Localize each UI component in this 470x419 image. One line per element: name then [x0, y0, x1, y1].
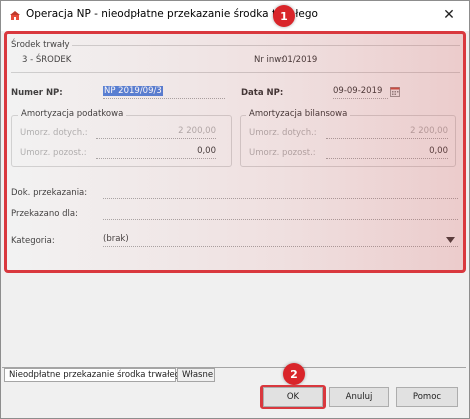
inventory-number-value: 01/2019	[282, 55, 318, 65]
numer-np-value: NP 2019/09/3	[103, 86, 163, 96]
kategoria-select[interactable]: (brak)	[103, 234, 458, 247]
amortyzacja-podatkowa-title: Amortyzacja podatkowa	[18, 109, 127, 119]
przekazano-dla-input[interactable]	[103, 207, 458, 220]
section-divider	[72, 45, 460, 46]
bilansowa-umorz-dotych-label: Umorz. dotych.:	[249, 128, 317, 138]
podatkowa-umorz-pozost-field: 0,00	[96, 146, 216, 159]
data-np-input[interactable]: 09-09-2019	[333, 86, 388, 99]
bilansowa-umorz-pozost-field: 0,00	[326, 146, 448, 159]
data-np-value: 09-09-2019	[333, 86, 383, 96]
step-badge-1: 1	[273, 5, 295, 27]
cancel-button[interactable]: Anuluj	[329, 387, 389, 407]
asset-divider	[11, 72, 460, 73]
calendar-icon[interactable]	[390, 87, 400, 97]
podatkowa-umorz-dotych-field: 2 200,00	[96, 126, 216, 139]
inventory-number-label: Nr inw:	[254, 55, 284, 65]
podatkowa-umorz-pozost-label: Umorz. pozost.:	[20, 148, 87, 158]
numer-np-label: Numer NP:	[11, 88, 63, 98]
kategoria-label: Kategoria:	[11, 236, 55, 246]
asset-section-label: Środek trwały	[11, 40, 70, 50]
numer-np-input[interactable]: NP 2019/09/3	[103, 86, 225, 99]
amortyzacja-podatkowa-group	[11, 115, 232, 167]
bilansowa-umorz-pozost-label: Umorz. pozost.:	[249, 148, 316, 158]
close-button[interactable]: ✕	[434, 2, 464, 28]
dropdown-arrow-icon[interactable]	[446, 237, 455, 243]
tab-wlasne[interactable]: Własne	[177, 368, 215, 382]
amortyzacja-bilansowa-group	[240, 115, 456, 167]
przekazano-dla-label: Przekazano dla:	[11, 209, 78, 219]
ok-button[interactable]: OK	[263, 387, 323, 407]
help-button[interactable]: Pomoc	[396, 387, 458, 407]
amortyzacja-bilansowa-title: Amortyzacja bilansowa	[246, 109, 351, 119]
step-badge-2: 2	[283, 363, 305, 385]
dok-przekazania-label: Dok. przekazania:	[11, 188, 88, 198]
bilansowa-umorz-dotych-field: 2 200,00	[326, 126, 448, 139]
asset-name: 3 - ŚRODEK	[22, 55, 72, 65]
kategoria-value: (brak)	[103, 234, 129, 244]
close-icon: ✕	[443, 7, 455, 23]
dok-przekazania-input[interactable]	[103, 186, 458, 199]
tab-nieodplatne-przekazanie[interactable]: Nieodpłatne przekazanie środka trwałego	[4, 368, 185, 382]
podatkowa-umorz-dotych-label: Umorz. dotych.:	[20, 128, 88, 138]
data-np-label: Data NP:	[241, 88, 284, 98]
app-icon	[10, 11, 20, 20]
